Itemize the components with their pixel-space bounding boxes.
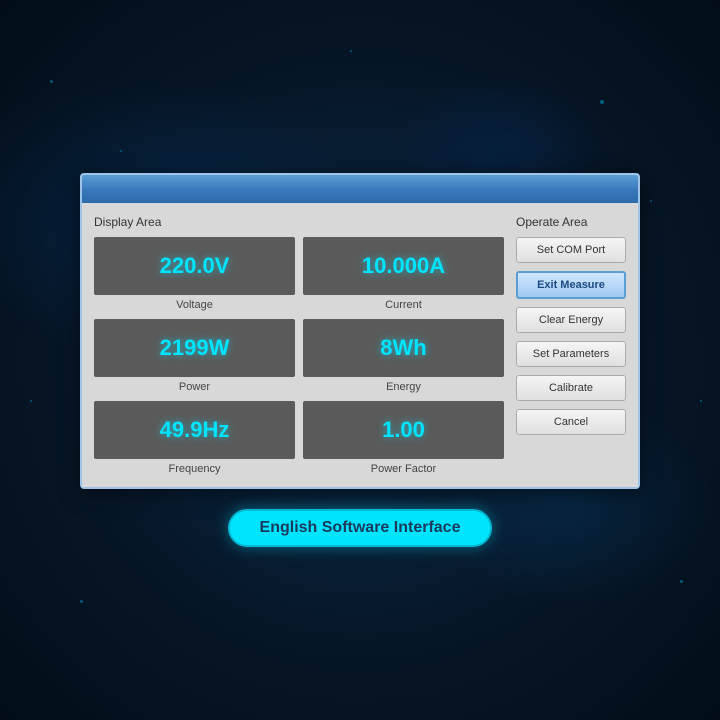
clear-energy-button[interactable]: Clear Energy — [516, 307, 626, 333]
metric-name: Power Factor — [371, 463, 436, 475]
operate-buttons: Set COM Port Exit Measure Clear Energy Set … — [516, 237, 626, 435]
title-bar — [82, 175, 638, 203]
bg-dot — [600, 100, 604, 104]
bg-dot — [80, 600, 83, 603]
metric-value: 49.9Hz — [160, 417, 230, 443]
metric-display: 10.000A — [303, 237, 504, 295]
app-window: Display Area 220.0V Voltage 10.000A Current… — [80, 173, 640, 489]
display-area-label: Display Area — [94, 215, 504, 229]
metric-name: Voltage — [176, 299, 213, 311]
cancel-button[interactable]: Cancel — [516, 409, 626, 435]
bg-dot — [50, 80, 53, 83]
exit-measure-button[interactable]: Exit Measure — [516, 271, 626, 299]
metric-display: 1.00 — [303, 401, 504, 459]
window-content: Display Area 220.0V Voltage 10.000A Current… — [82, 203, 638, 487]
metric-block-frequency: 49.9Hz Frequency — [94, 401, 295, 475]
metric-block-energy: 8Wh Energy — [303, 319, 504, 393]
metric-block-current: 10.000A Current — [303, 237, 504, 311]
main-container: Display Area 220.0V Voltage 10.000A Current… — [80, 173, 640, 547]
operate-area-label: Operate Area — [516, 215, 626, 229]
metric-value: 8Wh — [380, 335, 426, 361]
bg-dot — [350, 50, 352, 52]
metric-value: 1.00 — [382, 417, 425, 443]
metric-value: 2199W — [160, 335, 230, 361]
metric-name: Current — [385, 299, 422, 311]
bg-dot — [30, 400, 32, 402]
metric-block-power: 2199W Power — [94, 319, 295, 393]
operate-area: Operate Area Set COM Port Exit Measure Cle… — [516, 215, 626, 475]
metric-block-voltage: 220.0V Voltage — [94, 237, 295, 311]
metric-display: 220.0V — [94, 237, 295, 295]
set-com-port-button[interactable]: Set COM Port — [516, 237, 626, 263]
metric-value: 220.0V — [160, 253, 230, 279]
bg-dot — [120, 150, 122, 152]
bg-dot — [700, 400, 702, 402]
metric-name: Energy — [386, 381, 421, 393]
metric-block-power-factor: 1.00 Power Factor — [303, 401, 504, 475]
set-parameters-button[interactable]: Set Parameters — [516, 341, 626, 367]
metric-value: 10.000A — [362, 253, 445, 279]
display-area: Display Area 220.0V Voltage 10.000A Current… — [94, 215, 504, 475]
metrics-grid: 220.0V Voltage 10.000A Current 2199W Power 8Wh… — [94, 237, 504, 475]
bg-dot — [680, 580, 683, 583]
bg-dot — [650, 200, 652, 202]
metric-display: 8Wh — [303, 319, 504, 377]
calibrate-button[interactable]: Calibrate — [516, 375, 626, 401]
metric-display: 2199W — [94, 319, 295, 377]
bottom-label: English Software Interface — [228, 509, 493, 547]
metric-name: Power — [179, 381, 210, 393]
metric-display: 49.9Hz — [94, 401, 295, 459]
metric-name: Frequency — [169, 463, 221, 475]
